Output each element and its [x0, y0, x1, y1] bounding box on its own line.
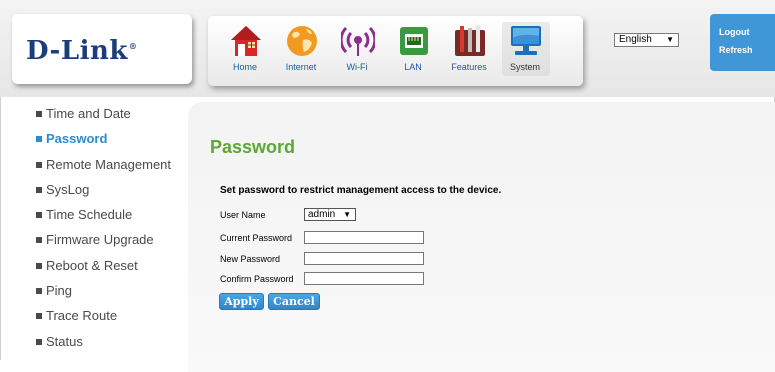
lan-port-icon — [400, 27, 428, 55]
bullet-icon — [36, 262, 42, 269]
page-title: Password — [210, 137, 296, 157]
sidebar-item-label: Firmware Upgrade — [46, 232, 154, 248]
sidebar-item-password[interactable]: Password — [36, 130, 186, 155]
globe-icon — [287, 26, 317, 56]
new-password-input[interactable] — [304, 252, 424, 265]
user-name-label: User Name — [220, 210, 266, 220]
nav-wifi[interactable]: Wi-Fi — [332, 24, 382, 82]
language-select[interactable]: English ▼ — [614, 33, 679, 47]
confirm-password-input[interactable] — [304, 272, 424, 285]
sidebar-item-ping[interactable]: Ping — [36, 282, 186, 307]
new-password-label: New Password — [220, 254, 281, 264]
registered-mark: ® — [128, 41, 138, 52]
nav-lan-label: LAN — [404, 62, 422, 72]
bullet-icon — [36, 161, 42, 168]
apply-button[interactable]: Apply — [219, 293, 264, 310]
bullet-icon — [36, 338, 42, 345]
dlink-logo[interactable]: D-Link® — [26, 36, 137, 66]
sidebar-item-trace-route[interactable]: Trace Route — [36, 307, 186, 332]
sidebar-item-time-and-date[interactable]: Time and Date — [36, 105, 186, 130]
nav-wifi-label: Wi-Fi — [346, 62, 368, 72]
bullet-icon — [36, 136, 42, 143]
dropdown-arrow-icon: ▼ — [343, 210, 351, 219]
computer-icon — [511, 26, 541, 55]
sidebar-item-label: Time Schedule — [46, 207, 133, 223]
user-name-select[interactable]: admin ▼ — [304, 208, 356, 221]
sidebar-item-label: SysLog — [46, 181, 90, 197]
nav-system[interactable]: System — [500, 22, 550, 82]
bullet-icon — [36, 288, 42, 295]
sidebar-item-label: Remote Management — [46, 156, 172, 172]
nav-features-label: Features — [451, 62, 487, 72]
sidebar: Time and Date Password Remote Management… — [36, 105, 186, 358]
bullet-icon — [36, 111, 42, 117]
sidebar-item-label: Time and Date — [46, 106, 131, 121]
nav-lan[interactable]: LAN — [388, 24, 438, 82]
confirm-password-label: Confirm Password — [220, 274, 294, 284]
current-password-label: Current Password — [220, 233, 293, 243]
bullet-icon — [36, 237, 42, 244]
user-name-value: admin — [308, 209, 336, 220]
sidebar-item-firmware-upgrade[interactable]: Firmware Upgrade — [36, 231, 186, 256]
nav-home-label: Home — [232, 62, 257, 72]
session-panel: Logout Refresh — [710, 14, 775, 71]
sidebar-item-status[interactable]: Status — [36, 333, 186, 358]
bullet-icon — [36, 186, 42, 193]
language-selected: English — [619, 34, 652, 45]
sidebar-item-label: Status — [46, 333, 83, 349]
bullet-icon — [36, 212, 42, 219]
cancel-button[interactable]: Cancel — [268, 293, 320, 310]
page-description: Set password to restrict management acce… — [220, 185, 502, 196]
refresh-link[interactable]: Refresh — [719, 45, 753, 55]
nav-internet[interactable]: Internet — [276, 24, 326, 82]
nav-home[interactable]: Home — [220, 24, 270, 82]
logo-text: D-Link — [26, 36, 128, 66]
sidebar-item-label: Password — [46, 131, 108, 147]
current-password-input[interactable] — [304, 231, 424, 244]
nav-internet-label: Internet — [285, 62, 317, 72]
sidebar-item-label: Trace Route — [46, 308, 118, 324]
nav-features[interactable]: Features — [444, 24, 494, 82]
sidebar-item-syslog[interactable]: SysLog — [36, 181, 186, 206]
home-icon — [231, 26, 261, 56]
sidebar-item-label: Reboot & Reset — [46, 257, 138, 273]
sidebar-item-time-schedule[interactable]: Time Schedule — [36, 206, 186, 231]
sidebar-item-label: Ping — [46, 283, 73, 299]
bullet-icon — [36, 313, 42, 320]
dropdown-arrow-icon: ▼ — [666, 35, 674, 44]
wifi-icon — [341, 26, 375, 56]
logout-link[interactable]: Logout — [719, 27, 750, 37]
sidebar-item-remote-management[interactable]: Remote Management — [36, 156, 186, 181]
top-nav: Home Internet Wi-Fi LAN Features System — [208, 16, 583, 86]
nav-system-label: System — [509, 62, 540, 72]
tools-icon — [455, 25, 485, 56]
sidebar-item-reboot-reset[interactable]: Reboot & Reset — [36, 257, 186, 282]
